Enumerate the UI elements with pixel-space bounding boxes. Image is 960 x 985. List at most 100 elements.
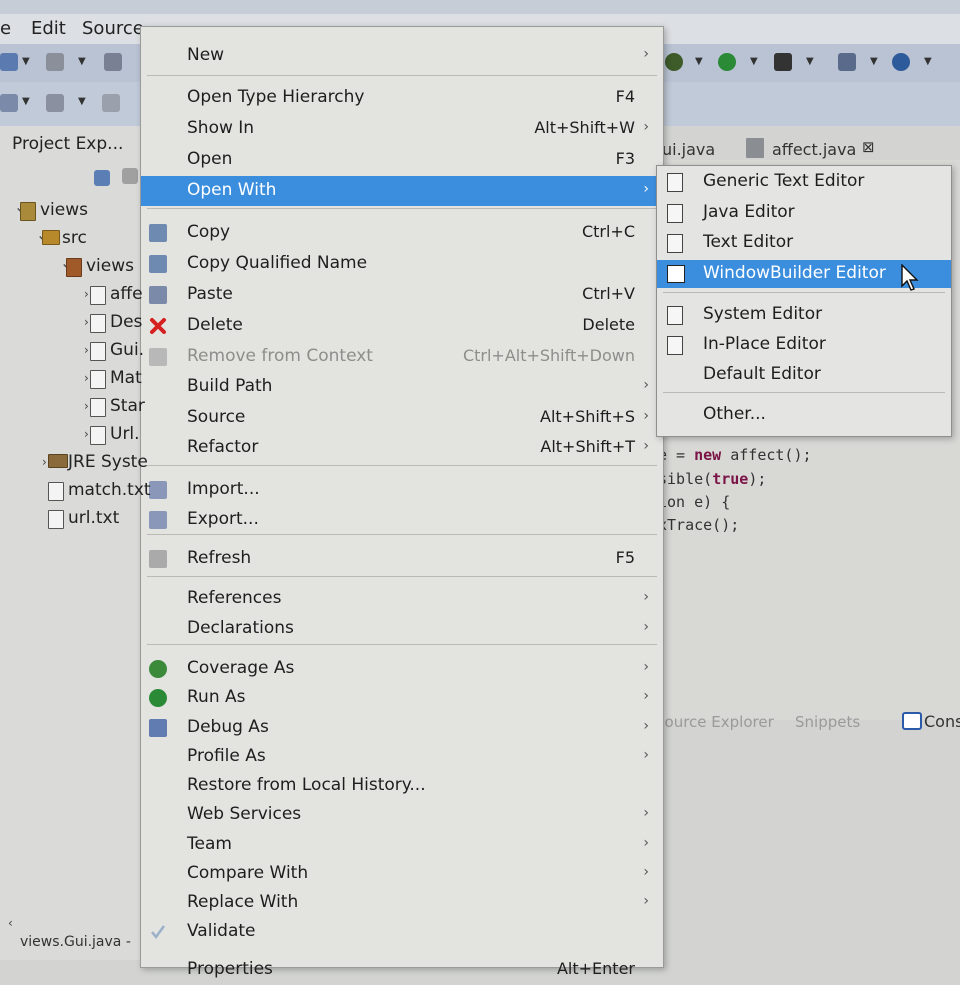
chevron-down-icon[interactable]: ▼ bbox=[870, 56, 878, 67]
link-editor-icon[interactable] bbox=[122, 168, 138, 184]
menu-item-label: Compare With bbox=[187, 863, 309, 883]
menu-item-import[interactable]: Import... bbox=[141, 475, 663, 505]
menu-item-copy[interactable]: Copy Ctrl+C bbox=[141, 218, 663, 248]
menu-file[interactable]: e bbox=[0, 18, 11, 39]
close-tab-icon[interactable]: ⊠ bbox=[862, 138, 875, 156]
collapsed-arrow-icon[interactable]: › bbox=[84, 371, 89, 385]
collapsed-arrow-icon[interactable]: › bbox=[84, 427, 89, 441]
web-service-icon[interactable] bbox=[892, 53, 910, 71]
submenu-item-label: System Editor bbox=[703, 304, 823, 324]
chevron-down-icon[interactable]: ▼ bbox=[695, 56, 703, 67]
tree-item[interactable]: Mat bbox=[110, 368, 142, 388]
tree-item[interactable]: JRE Syste bbox=[68, 452, 148, 472]
tree-item[interactable]: url.txt bbox=[68, 508, 119, 528]
tree-item[interactable]: Url. bbox=[110, 424, 140, 444]
tree-item[interactable]: match.txt bbox=[68, 480, 151, 500]
run-icon[interactable] bbox=[718, 53, 736, 71]
menu-item-open[interactable]: Open F3 bbox=[141, 145, 663, 175]
tree-item[interactable]: src bbox=[62, 228, 87, 248]
tree-item[interactable]: Des bbox=[110, 312, 142, 332]
save-icon[interactable] bbox=[104, 53, 122, 71]
submenu-item-in-place-editor[interactable]: In-Place Editor bbox=[657, 331, 951, 359]
submenu-item-label: Text Editor bbox=[703, 232, 794, 252]
chevron-down-icon[interactable]: ▼ bbox=[22, 96, 30, 107]
menu-edit[interactable]: Edit bbox=[31, 18, 66, 39]
submenu-item-java-editor[interactable]: Java Editor bbox=[657, 199, 951, 227]
menu-item-export[interactable]: Export... bbox=[141, 505, 663, 535]
submenu-item-label: In-Place Editor bbox=[703, 334, 826, 354]
tree-item[interactable]: Gui. bbox=[110, 340, 144, 360]
tree-item[interactable]: views bbox=[40, 200, 88, 220]
submenu-arrow-icon: › bbox=[643, 893, 649, 909]
submenu-item-text-editor[interactable]: Text Editor bbox=[657, 229, 951, 257]
menu-item-paste[interactable]: Paste Ctrl+V bbox=[141, 280, 663, 310]
collapsed-arrow-icon[interactable]: › bbox=[84, 315, 89, 329]
external-tools-icon[interactable] bbox=[774, 53, 792, 71]
chevron-down-icon[interactable]: ▼ bbox=[750, 56, 758, 67]
tab-source-explorer[interactable]: Source Explorer bbox=[655, 713, 774, 731]
menu-item-label: Debug As bbox=[187, 717, 269, 737]
chevron-down-icon[interactable]: ▼ bbox=[22, 56, 30, 67]
back-icon[interactable] bbox=[102, 94, 120, 112]
tab-affect-java[interactable]: affect.java bbox=[772, 140, 856, 159]
menu-item-copy-qualified-name[interactable]: Copy Qualified Name bbox=[141, 249, 663, 279]
scroll-left-icon[interactable]: ‹ bbox=[8, 916, 13, 930]
menu-item-coverage-as[interactable]: Coverage As › bbox=[141, 654, 663, 684]
menu-item-compare-with[interactable]: Compare With › bbox=[141, 859, 663, 889]
chevron-down-icon[interactable]: ▼ bbox=[78, 96, 86, 107]
menu-item-build-path[interactable]: Build Path › bbox=[141, 372, 663, 402]
menu-item-refresh[interactable]: Refresh F5 bbox=[141, 544, 663, 574]
menu-item-restore-from-local-history[interactable]: Restore from Local History... bbox=[141, 771, 663, 801]
menu-item-label: Properties bbox=[187, 959, 273, 979]
server-icon[interactable] bbox=[838, 53, 856, 71]
submenu-item-default-editor[interactable]: Default Editor bbox=[657, 361, 951, 389]
menu-item-validate[interactable]: Validate bbox=[141, 917, 663, 947]
menu-item-team[interactable]: Team › bbox=[141, 830, 663, 860]
tab-snippets[interactable]: Snippets bbox=[795, 713, 860, 731]
tree-item[interactable]: views bbox=[86, 256, 134, 276]
tree-item[interactable]: affe bbox=[110, 284, 143, 304]
chevron-down-icon[interactable]: ▼ bbox=[78, 56, 86, 67]
submenu-item-other[interactable]: Other... bbox=[657, 401, 951, 429]
menu-separator bbox=[147, 644, 657, 645]
menu-item-debug-as[interactable]: Debug As › bbox=[141, 713, 663, 743]
collapsed-arrow-icon[interactable]: › bbox=[84, 343, 89, 357]
submenu-item-generic-text-editor[interactable]: Generic Text Editor bbox=[657, 168, 951, 196]
submenu-item-system-editor[interactable]: System Editor bbox=[657, 301, 951, 329]
menu-item-shortcut: Ctrl+V bbox=[582, 284, 635, 303]
menu-item-profile-as[interactable]: Profile As › bbox=[141, 742, 663, 772]
project-explorer-tab[interactable]: Project Exp... bbox=[12, 134, 123, 154]
tree-item[interactable]: Star bbox=[110, 396, 145, 416]
annotation-icon[interactable] bbox=[46, 94, 64, 112]
menu-item-refactor[interactable]: Refactor Alt+Shift+T › bbox=[141, 433, 663, 463]
debug-icon bbox=[149, 719, 167, 737]
properties-icon[interactable] bbox=[46, 53, 64, 71]
menu-item-web-services[interactable]: Web Services › bbox=[141, 800, 663, 830]
chevron-down-icon[interactable]: ▼ bbox=[924, 56, 932, 67]
menu-item-label: Show In bbox=[187, 118, 255, 138]
menu-item-label: Open bbox=[187, 149, 233, 169]
menu-item-new[interactable]: New › bbox=[141, 41, 663, 71]
java-editor-icon bbox=[667, 204, 683, 223]
chevron-down-icon[interactable]: ▼ bbox=[806, 56, 814, 67]
bug-icon[interactable] bbox=[665, 53, 683, 71]
new-icon[interactable] bbox=[0, 53, 18, 71]
menu-item-source[interactable]: Source Alt+Shift+S › bbox=[141, 403, 663, 433]
menu-item-run-as[interactable]: Run As › bbox=[141, 683, 663, 713]
tab-console[interactable]: Cons bbox=[924, 712, 960, 731]
menu-item-open-type-hierarchy[interactable]: Open Type Hierarchy F4 bbox=[141, 83, 663, 113]
menu-item-replace-with[interactable]: Replace With › bbox=[141, 888, 663, 918]
menu-item-open-with[interactable]: Open With › bbox=[141, 176, 663, 206]
menu-item-declarations[interactable]: Declarations › bbox=[141, 614, 663, 644]
collapsed-arrow-icon[interactable]: › bbox=[42, 455, 47, 469]
nav-icon[interactable] bbox=[0, 94, 18, 112]
menu-source[interactable]: Source bbox=[82, 18, 144, 39]
menu-item-references[interactable]: References › bbox=[141, 584, 663, 614]
collapsed-arrow-icon[interactable]: › bbox=[84, 287, 89, 301]
tab-gui-java[interactable]: ui.java bbox=[662, 140, 715, 159]
menu-item-show-in[interactable]: Show In Alt+Shift+W › bbox=[141, 114, 663, 144]
menu-separator bbox=[663, 292, 945, 293]
menu-item-delete[interactable]: Delete Delete bbox=[141, 311, 663, 341]
collapsed-arrow-icon[interactable]: › bbox=[84, 399, 89, 413]
collapse-all-icon[interactable] bbox=[94, 170, 110, 186]
